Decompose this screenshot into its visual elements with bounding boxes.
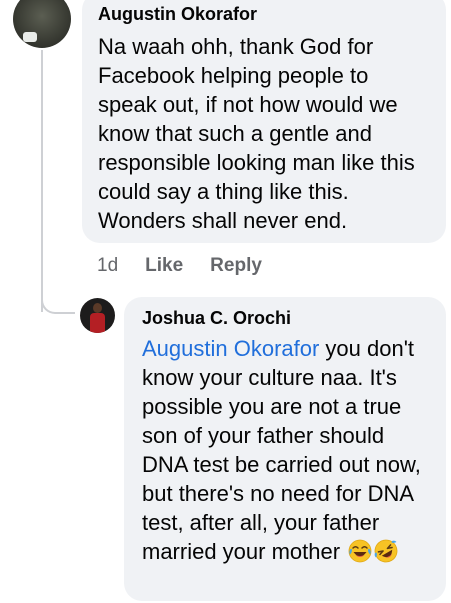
avatar-head (93, 303, 102, 313)
reply-body-text: you don't know your culture naa. It's po… (142, 336, 421, 564)
comment-bubble[interactable]: Augustin Okorafor Na waah ohh, thank God… (82, 0, 446, 243)
comment-author-name[interactable]: Augustin Okorafor (98, 3, 432, 25)
reply-button[interactable]: Reply (210, 255, 262, 277)
avatar-detail (23, 32, 37, 42)
reply-text: Augustin Okorafor you don't know your cu… (142, 334, 434, 566)
face-with-tears-of-joy-icon (348, 539, 372, 563)
thread-connector-curve (41, 290, 75, 314)
mention-link[interactable]: Augustin Okorafor (142, 336, 319, 361)
like-button[interactable]: Like (145, 255, 183, 277)
comment-actions: 1d Like Reply (97, 253, 262, 279)
comment-timestamp[interactable]: 1d (97, 255, 118, 277)
comment-text: Na waah ohh, thank God for Facebook help… (98, 34, 415, 233)
commenter-avatar[interactable] (13, 0, 71, 48)
thread-connector-line (41, 50, 43, 312)
reply-author-avatar[interactable] (80, 298, 115, 333)
rolling-on-floor-laughing-icon (374, 539, 398, 563)
reply-author-name[interactable]: Joshua C. Orochi (142, 307, 434, 329)
reply-bubble[interactable]: Joshua C. Orochi Augustin Okorafor you d… (124, 297, 446, 601)
comment-thread: Augustin Okorafor Na waah ohh, thank God… (0, 0, 451, 603)
avatar-body (90, 313, 105, 333)
